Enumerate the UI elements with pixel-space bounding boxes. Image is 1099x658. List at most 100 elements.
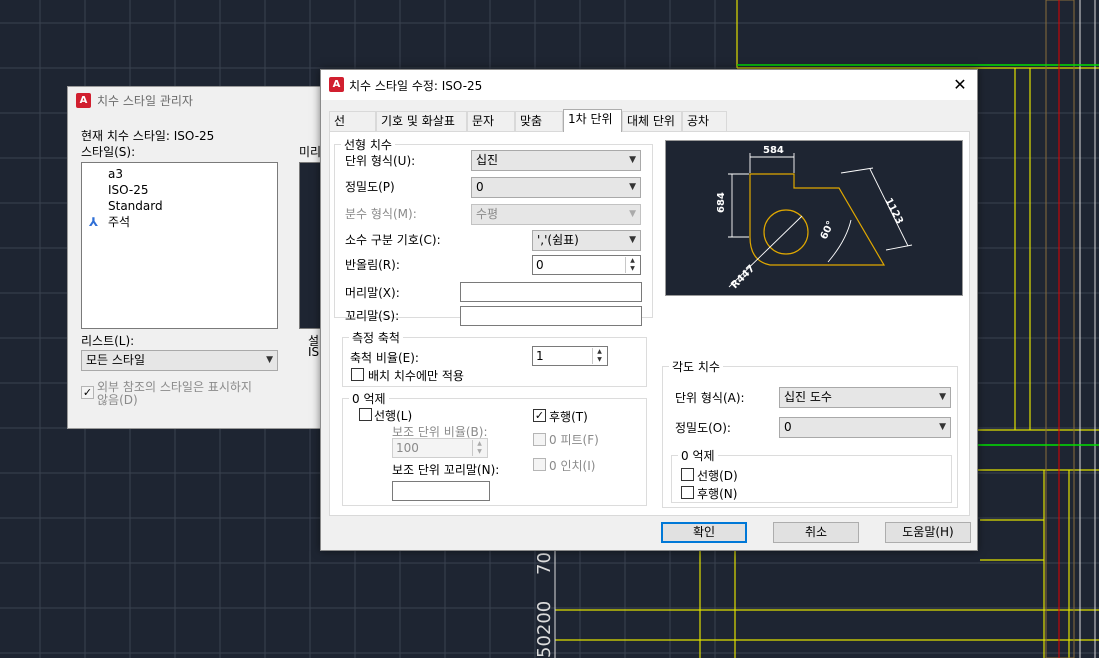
zero-feet-label: 0 피트(F): [549, 433, 599, 447]
style-item-annotative-label: 주석: [108, 215, 131, 229]
leading-zero-checkbox[interactable]: [359, 408, 372, 421]
fraction-format-select[interactable]: 수평 ▼: [471, 204, 641, 225]
zero-inches-label: 0 인치(I): [549, 459, 596, 473]
roundoff-spin-buttons[interactable]: ▲ ▼: [625, 257, 639, 273]
suffix-input[interactable]: [460, 306, 642, 326]
dialog-titlebar: A 치수 스타일 수정: ISO-25 ✕: [321, 70, 977, 100]
fraction-format-value: 수평: [476, 207, 499, 221]
spin-down-icon[interactable]: ▼: [473, 448, 486, 456]
xref-checkbox[interactable]: ✓: [81, 386, 94, 399]
roundoff-value: 0: [536, 258, 544, 272]
decimal-separator-label: 소수 구분 기호(C):: [345, 233, 441, 247]
angular-leading-label: 선행(D): [697, 469, 738, 483]
angular-zero-group-label: 0 억제: [678, 447, 718, 464]
angular-precision-select[interactable]: 0 ▼: [779, 417, 951, 438]
trailing-zero-checkbox[interactable]: ✓: [533, 409, 546, 422]
leading-zero-label: 선행(L): [374, 409, 413, 423]
zero-inches-checkbox[interactable]: [533, 458, 546, 471]
current-style-label: 현재 치수 스타일: ISO-25: [81, 129, 215, 143]
spin-up-icon[interactable]: ▲: [626, 257, 639, 265]
spin-up-icon[interactable]: ▲: [473, 440, 486, 448]
tab-fit[interactable]: 맞춤: [515, 111, 563, 131]
autocad-logo-icon: A: [76, 92, 91, 108]
chevron-down-icon: ▼: [266, 355, 273, 365]
unit-format-select[interactable]: 십진 ▼: [471, 150, 641, 171]
primary-units-pane: 선형 치수 단위 형식(U): 십진 ▼ 정밀도(P) 0 ▼ 분수 형식(M)…: [329, 131, 970, 516]
autocad-logo-icon: A: [329, 77, 344, 92]
roundoff-spinner[interactable]: 0 ▲ ▼: [532, 255, 641, 275]
list-label: 리스트(L):: [81, 334, 135, 348]
linear-group-label: 선형 치수: [341, 136, 395, 153]
scale-spin-buttons[interactable]: ▲ ▼: [592, 348, 606, 364]
ok-button[interactable]: 확인: [661, 522, 747, 543]
description-value: IS: [308, 345, 320, 359]
style-item-a3[interactable]: a3: [82, 166, 277, 182]
xref-label-line2: 않음(D): [97, 393, 138, 407]
list-filter-value: 모든 스타일: [86, 353, 146, 367]
preview-label: 미리: [299, 145, 322, 159]
cad-dim-text-50200: 50200: [534, 601, 555, 658]
tab-symbols-arrows[interactable]: 기호 및 화살표: [376, 111, 467, 131]
unit-format-label: 단위 형식(U):: [345, 154, 416, 168]
style-item-iso25[interactable]: ISO-25: [82, 182, 277, 198]
tab-text[interactable]: 문자: [467, 111, 515, 131]
chevron-down-icon: ▼: [629, 182, 636, 192]
layout-only-label: 배치 치수에만 적용: [368, 369, 464, 383]
preview-dim-684: 684: [716, 192, 727, 213]
scale-factor-spinner[interactable]: 1 ▲ ▼: [532, 346, 608, 366]
style-item-annotative[interactable]: ⅄ 주석: [82, 214, 277, 230]
manager-title: 치수 스타일 관리자: [97, 93, 193, 108]
precision-value: 0: [476, 180, 484, 194]
angular-unit-format-value: 십진 도수: [784, 390, 832, 404]
angular-unit-format-label: 단위 형식(A):: [675, 391, 745, 405]
chevron-down-icon: ▼: [629, 155, 636, 165]
xref-checkbox-label: 외부 참조의 스타일은 표시하지 않음(D): [97, 381, 252, 407]
list-filter-select[interactable]: 모든 스타일 ▼: [81, 350, 278, 371]
angular-precision-label: 정밀도(O):: [675, 421, 731, 435]
style-item-standard[interactable]: Standard: [82, 198, 277, 214]
decimal-separator-select[interactable]: ','(쉼표) ▼: [532, 230, 641, 251]
sub-unit-factor-spinner[interactable]: 100 ▲ ▼: [392, 438, 488, 458]
precision-label: 정밀도(P): [345, 180, 395, 194]
help-button[interactable]: 도움말(H): [885, 522, 971, 543]
preview-drawing: 584 684 1123 60° R447: [716, 145, 913, 291]
spin-down-icon[interactable]: ▼: [593, 356, 606, 364]
spin-up-icon[interactable]: ▲: [593, 348, 606, 356]
sub-unit-factor-value: 100: [396, 441, 419, 455]
styles-label: 스타일(S):: [81, 145, 136, 159]
scale-factor-label: 축척 비율(E):: [350, 351, 419, 365]
cad-dim-text-70: 70: [534, 552, 555, 575]
tab-primary-units[interactable]: 1차 단위: [563, 109, 622, 132]
prefix-input[interactable]: [460, 282, 642, 302]
roundoff-label: 반올림(R):: [345, 258, 400, 272]
spin-down-icon[interactable]: ▼: [626, 265, 639, 273]
precision-select[interactable]: 0 ▼: [471, 177, 641, 198]
tab-lines[interactable]: 선: [329, 111, 376, 131]
chevron-down-icon: ▼: [629, 235, 636, 245]
tab-alternate-units[interactable]: 대체 단위: [622, 111, 682, 131]
sub-factor-spin-buttons[interactable]: ▲ ▼: [472, 440, 486, 456]
zero-feet-checkbox[interactable]: [533, 433, 546, 446]
suffix-label: 꼬리말(S):: [345, 309, 400, 323]
cancel-button[interactable]: 취소: [773, 522, 859, 543]
trailing-zero-label: 후행(T): [549, 410, 588, 424]
scale-group-label: 측정 축척: [349, 329, 403, 346]
dim-style-manager-dialog: A 치수 스타일 관리자 현재 치수 스타일: ISO-25 스타일(S): 미…: [67, 86, 324, 429]
angular-leading-checkbox[interactable]: [681, 468, 694, 481]
preview-dim-584: 584: [763, 145, 784, 156]
tab-tolerances[interactable]: 공차: [682, 111, 727, 131]
chevron-down-icon: ▼: [629, 209, 636, 219]
sub-unit-suffix-input[interactable]: [392, 481, 490, 501]
angular-trailing-checkbox[interactable]: [681, 486, 694, 499]
close-icon[interactable]: ✕: [949, 75, 971, 95]
chevron-down-icon: ▼: [939, 422, 946, 432]
angular-trailing-label: 후행(N): [697, 487, 738, 501]
styles-list[interactable]: a3 ISO-25 Standard ⅄ 주석: [81, 162, 278, 329]
dimension-preview: 584 684 1123 60° R447: [665, 140, 963, 296]
layout-only-checkbox[interactable]: [351, 368, 364, 381]
preview-dim-1123: 1123: [882, 196, 904, 226]
scale-factor-value: 1: [536, 349, 544, 363]
zero-group-label: 0 억제: [349, 390, 389, 407]
angular-unit-format-select[interactable]: 십진 도수 ▼: [779, 387, 951, 408]
manager-titlebar: A 치수 스타일 관리자: [68, 87, 322, 113]
